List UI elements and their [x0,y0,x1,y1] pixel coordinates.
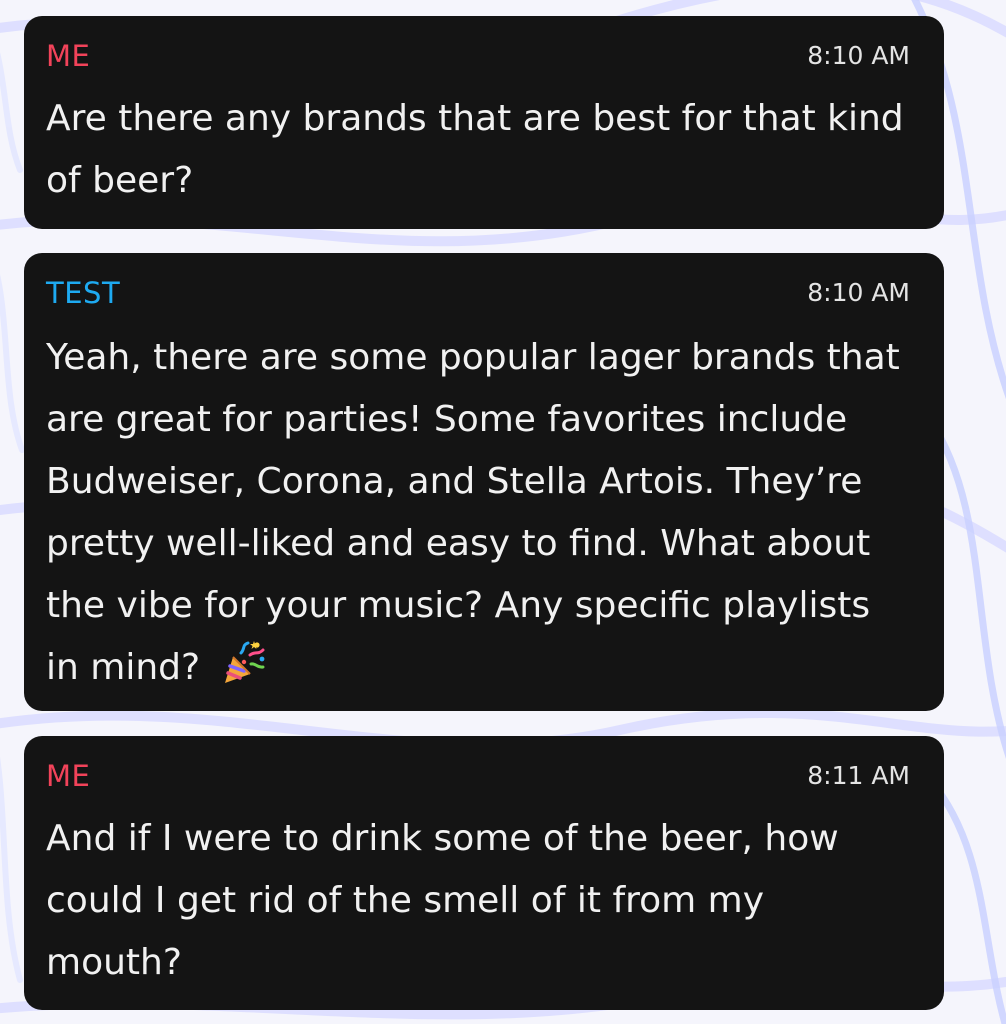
sender-name: ME [46,39,91,73]
message-header: ME 8:10 AM [46,16,910,92]
sender-name: TEST [46,276,121,310]
message-header: ME 8:11 AM [46,736,910,812]
message-text: Are there any brands that are best for t… [46,98,904,201]
message-text: And if I were to drink some of the beer,… [46,818,839,983]
message-header: TEST 8:10 AM [46,253,910,329]
message-bubble[interactable]: ME 8:10 AM Are there any brands that are… [24,16,944,229]
message-bubble[interactable]: ME 8:11 AM And if I were to drink some o… [24,736,944,1010]
message-content: Yeah, there are some popular lager brand… [46,327,910,699]
party-popper-icon [220,639,268,687]
message-timestamp: 8:11 AM [807,761,910,790]
message-text: Yeah, there are some popular lager brand… [46,337,900,688]
message-bubble[interactable]: TEST 8:10 AM Yeah, there are some popula… [24,253,944,711]
message-thread: ME 8:10 AM Are there any brands that are… [0,0,1006,1024]
message-timestamp: 8:10 AM [807,278,910,307]
message-timestamp: 8:10 AM [807,41,910,70]
sender-name: ME [46,759,91,793]
